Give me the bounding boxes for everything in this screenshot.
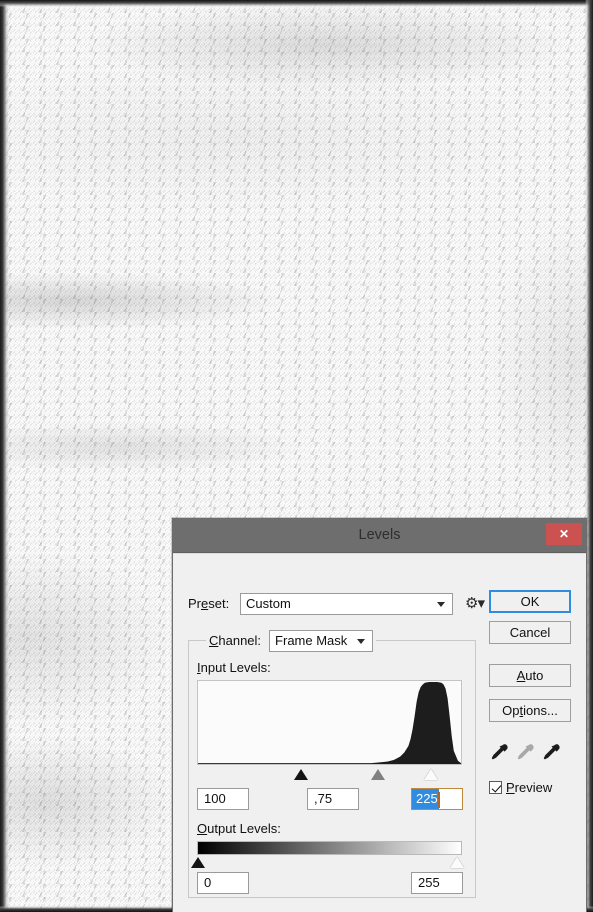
preview-label: Preview: [506, 780, 553, 795]
dialog-title: Levels: [358, 527, 401, 543]
preview-checkbox-row[interactable]: Preview: [489, 780, 571, 795]
output-white-field[interactable]: 255: [411, 872, 463, 894]
channel-value: Frame Mask: [275, 633, 348, 648]
chevron-down-icon: [437, 602, 445, 607]
channel-dropdown[interactable]: Frame Mask: [269, 630, 374, 652]
channel-row: Channel: Frame Mask: [206, 630, 377, 652]
preset-label: Preset:: [188, 596, 230, 611]
output-black-point-slider[interactable]: [191, 857, 205, 868]
options-button[interactable]: Options...: [489, 699, 571, 722]
input-white-point-value: 225: [412, 789, 439, 809]
scan-edge-left: [0, 0, 9, 912]
cancel-button[interactable]: Cancel: [489, 621, 571, 644]
preset-dropdown[interactable]: Custom: [240, 593, 453, 615]
text-caret: [437, 791, 440, 808]
preset-value: Custom: [246, 596, 291, 611]
input-black-point-slider[interactable]: [293, 769, 308, 780]
input-gamma-field[interactable]: ,75: [307, 788, 359, 810]
input-black-point-field[interactable]: 100: [197, 788, 249, 810]
preset-row: Preset: Custom ⚙▾: [188, 593, 488, 615]
input-white-point-slider[interactable]: [423, 769, 438, 780]
output-black-field[interactable]: 0: [197, 872, 249, 894]
ok-button[interactable]: OK: [489, 590, 571, 613]
set-white-point-eyedropper-icon[interactable]: [539, 742, 561, 764]
input-levels-label: Input Levels:: [197, 660, 271, 675]
output-levels-slider: [191, 855, 464, 869]
set-black-point-eyedropper-icon[interactable]: [487, 742, 509, 764]
output-levels-gradient: [197, 841, 462, 855]
dialog-button-column: OK Cancel Auto Options... Preview: [489, 590, 571, 795]
input-gamma-slider[interactable]: [371, 769, 386, 780]
screenshot-root: Levels ✕ Preset: Custom ⚙▾ Channel: Fram…: [0, 0, 593, 912]
gear-icon[interactable]: ⚙▾: [465, 595, 485, 613]
histogram[interactable]: [197, 680, 462, 765]
channel-label: Channel:: [209, 633, 262, 648]
scan-edge-top: [0, 0, 593, 7]
dialog-title-bar[interactable]: Levels ✕: [173, 519, 586, 553]
eyedropper-row: [489, 742, 571, 768]
set-gray-point-eyedropper-icon[interactable]: [513, 742, 535, 764]
output-levels-label: Output Levels:: [197, 821, 281, 836]
preview-checkbox[interactable]: [489, 781, 502, 794]
levels-group-box: Channel: Frame Mask Input Levels: 100 ,7…: [188, 630, 476, 898]
dialog-body: Preset: Custom ⚙▾ Channel: Frame Mask In…: [173, 553, 586, 912]
output-white-point-slider[interactable]: [450, 857, 464, 868]
input-white-point-field[interactable]: 225: [411, 788, 463, 810]
input-levels-slider: [197, 767, 462, 782]
auto-button[interactable]: Auto: [489, 664, 571, 687]
histogram-plot: [198, 681, 461, 764]
chevron-down-icon: [357, 639, 366, 644]
close-icon[interactable]: ✕: [546, 523, 582, 545]
levels-dialog: Levels ✕ Preset: Custom ⚙▾ Channel: Fram…: [172, 518, 587, 912]
